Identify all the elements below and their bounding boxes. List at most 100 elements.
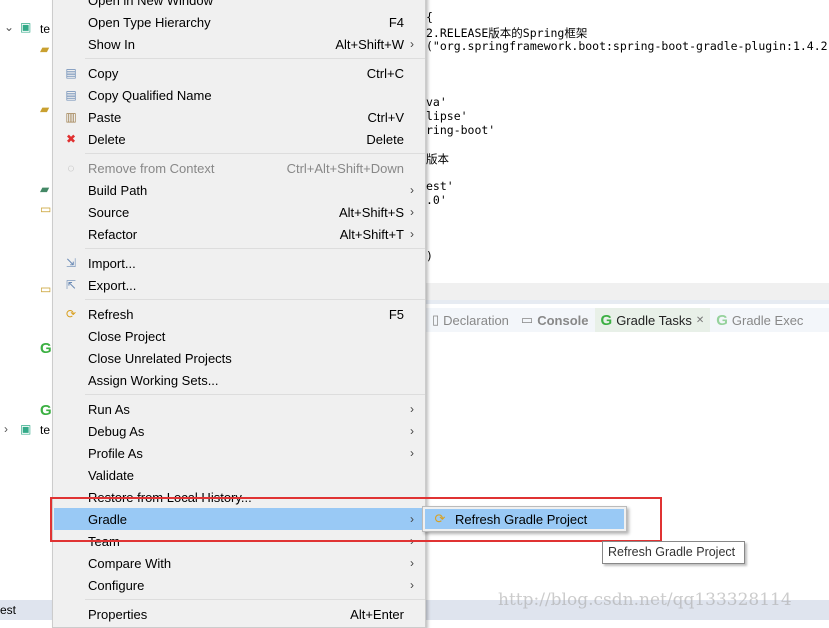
- menu-item-run-as[interactable]: Run As ›: [54, 398, 424, 420]
- expand-chevron-icon[interactable]: ›: [4, 422, 8, 436]
- panel-tabs: ▯ Declaration ▭ Console G Gradle Tasks ✕ G Gradl…: [426, 308, 829, 332]
- menu-item-delete[interactable]: ✖ Delete Delete: [54, 128, 424, 150]
- menu-item-properties[interactable]: Properties Alt+Enter: [54, 603, 424, 625]
- submenu-arrow-icon: ›: [410, 578, 414, 592]
- library-icon: ▰: [40, 182, 50, 196]
- menu-item-profile-as[interactable]: Profile As ›: [54, 442, 424, 464]
- folder-icon: ▰: [40, 42, 50, 56]
- menu-item-label: Debug As: [88, 423, 145, 439]
- submenu-arrow-icon: ›: [410, 183, 414, 197]
- menu-item-source[interactable]: Source Alt+Shift+S ›: [54, 201, 424, 223]
- folder-icon: ▭: [40, 282, 52, 296]
- menu-item-label: Import...: [88, 255, 136, 271]
- menu-separator: [85, 299, 425, 300]
- code-line: va': [426, 95, 447, 109]
- tab-declaration[interactable]: ▯ Declaration: [426, 308, 515, 332]
- console-icon: ▭: [520, 312, 534, 327]
- horizontal-scrollbar[interactable]: [426, 283, 829, 300]
- gradle-file-icon: G: [40, 340, 52, 357]
- export-icon: ⇱: [65, 278, 77, 292]
- code-line: ): [426, 249, 433, 263]
- menu-separator: [85, 248, 425, 249]
- tab-label: Declaration: [443, 312, 509, 328]
- menu-item-close-project[interactable]: Close Project: [54, 325, 424, 347]
- menu-item-copy-qualified-name[interactable]: ▤ Copy Qualified Name: [54, 84, 424, 106]
- menu-item-shortcut: Alt+Shift+S: [338, 204, 404, 220]
- code-line: {: [426, 10, 433, 24]
- menu-item-import[interactable]: ⇲ Import...: [54, 252, 424, 274]
- menu-item-shortcut: F4: [388, 14, 404, 30]
- submenu-arrow-icon: ›: [410, 402, 414, 416]
- menu-item-remove-from-context[interactable]: ◌ Remove from Context Ctrl+Alt+Shift+Down: [54, 157, 424, 179]
- menu-item-shortcut: Alt+Shift+T: [339, 226, 404, 242]
- submenu-arrow-icon: ›: [410, 227, 414, 241]
- menu-item-label: Open Type Hierarchy: [88, 14, 211, 30]
- menu-item-shortcut: Alt+Shift+W: [335, 36, 404, 52]
- menu-item-label: Assign Working Sets...: [88, 372, 219, 388]
- menu-item-label: Delete: [88, 131, 126, 147]
- menu-item-export[interactable]: ⇱ Export...: [54, 274, 424, 296]
- menu-item-open-in-new-window[interactable]: Open in New Window: [54, 0, 424, 11]
- gradle-project-icon: ▣: [20, 422, 32, 436]
- menu-item-shortcut: Ctrl+V: [367, 109, 404, 125]
- tab-label: Gradle Tasks: [616, 312, 692, 328]
- menu-item-validate[interactable]: Validate: [54, 464, 424, 486]
- submenu-arrow-icon: ›: [410, 446, 414, 460]
- menu-item-compare-with[interactable]: Compare With ›: [54, 552, 424, 574]
- menu-item-shortcut: Delete: [366, 131, 404, 147]
- expand-chevron-icon[interactable]: ⌄: [4, 20, 14, 34]
- submenu-arrow-icon: ›: [410, 205, 414, 219]
- tooltip: Refresh Gradle Project: [602, 541, 745, 564]
- tab-label: Gradle Exec: [731, 312, 804, 328]
- tree-item-project[interactable]: te: [40, 22, 50, 36]
- declaration-icon: ▯: [432, 312, 440, 327]
- gradle-icon: G: [716, 311, 728, 329]
- menu-item-build-path[interactable]: Build Path ›: [54, 179, 424, 201]
- menu-item-label: Refactor: [88, 226, 138, 242]
- menu-item-assign-working-sets[interactable]: Assign Working Sets...: [54, 369, 424, 391]
- menu-separator: [85, 58, 425, 59]
- status-text: est: [0, 603, 17, 617]
- code-line: lipse': [426, 109, 468, 123]
- menu-item-label: Export...: [88, 277, 137, 293]
- tab-label: Console: [537, 312, 589, 328]
- menu-item-close-unrelated-projects[interactable]: Close Unrelated Projects: [54, 347, 424, 369]
- menu-item-paste[interactable]: ▥ Paste Ctrl+V: [54, 106, 424, 128]
- code-editor[interactable]: {2.RELEASE版本的Spring框架 ("org.springframewo…: [426, 0, 829, 283]
- menu-item-configure[interactable]: Configure ›: [54, 574, 424, 596]
- menu-item-label: Copy: [88, 65, 119, 81]
- menu-item-label: Configure: [88, 577, 145, 593]
- menu-item-label: Copy Qualified Name: [88, 87, 212, 103]
- tab-gradle-tasks[interactable]: G Gradle Tasks ✕: [594, 308, 711, 332]
- watermark: http://blog.csdn.net/qq133328114: [498, 590, 792, 610]
- menu-item-shortcut: Alt+Enter: [350, 606, 404, 622]
- tab-gradle-exec[interactable]: G Gradle Exec: [710, 308, 809, 332]
- paste-icon: ▥: [65, 110, 77, 124]
- menu-item-show-in[interactable]: Show In Alt+Shift+W ›: [54, 33, 424, 55]
- menu-item-refactor[interactable]: Refactor Alt+Shift+T ›: [54, 223, 424, 245]
- menu-item-shortcut: F5: [388, 306, 404, 322]
- project-explorer: ⌄ ▣ te ▰ ▰ ▰ ▭ ▭ G G › ▣ te: [0, 0, 52, 600]
- code-line: ("org.springframework.boot:spring-boot-g…: [426, 39, 828, 53]
- submenu-arrow-icon: ›: [410, 556, 414, 570]
- close-icon[interactable]: ✕: [696, 315, 704, 326]
- menu-separator: [85, 394, 425, 395]
- menu-separator: [85, 153, 425, 154]
- menu-item-open-type-hierarchy[interactable]: Open Type Hierarchy F4: [54, 11, 424, 33]
- menu-item-refresh[interactable]: ⟳ Refresh F5: [54, 303, 424, 325]
- delete-icon: ✖: [65, 132, 77, 146]
- refresh-icon: ⟳: [65, 307, 77, 321]
- submenu-item-refresh-gradle-project[interactable]: ⟳ Refresh Gradle Project: [425, 509, 624, 529]
- refresh-icon: ⟳: [434, 511, 446, 526]
- menu-item-debug-as[interactable]: Debug As ›: [54, 420, 424, 442]
- tab-console[interactable]: ▭ Console: [515, 308, 595, 332]
- menu-item-label: Refresh: [88, 306, 134, 322]
- menu-item-shortcut: Ctrl+Alt+Shift+Down: [286, 160, 404, 176]
- menu-item-label: Paste: [88, 109, 122, 125]
- code-line: ring-boot': [426, 123, 496, 137]
- menu-item-copy[interactable]: ▤ Copy Ctrl+C: [54, 62, 424, 84]
- menu-item-label: Profile As: [88, 445, 143, 461]
- tree-item-project[interactable]: te: [40, 423, 50, 437]
- code-line: 版本: [426, 152, 449, 166]
- copy-icon: ▤: [65, 66, 77, 80]
